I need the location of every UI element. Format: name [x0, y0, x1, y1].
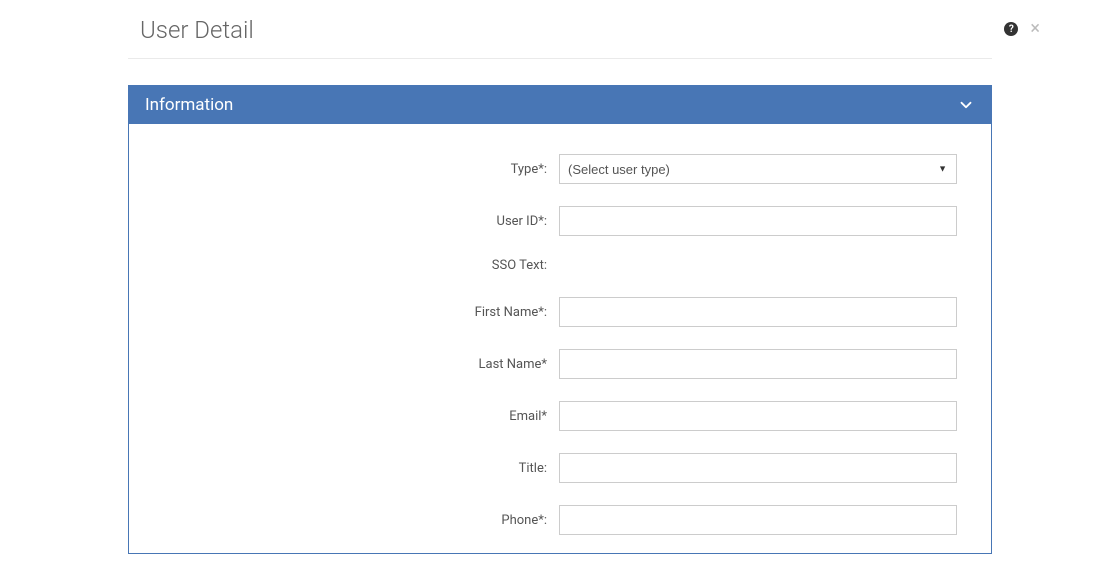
type-label: Type*:: [129, 162, 559, 177]
last-name-label: Last Name*: [129, 357, 559, 372]
chevron-down-icon: [957, 96, 975, 114]
phone-label: Phone*:: [129, 513, 559, 528]
phone-input[interactable]: [559, 505, 957, 535]
sso-text-label: SSO Text:: [129, 258, 559, 273]
panel-header[interactable]: Information: [129, 86, 991, 124]
panel-title: Information: [145, 95, 233, 115]
close-icon[interactable]: ×: [1030, 20, 1040, 38]
user-id-label: User ID*:: [129, 214, 559, 229]
panel-body: Type*: (Select user type) User ID*: SSO …: [129, 124, 991, 553]
email-input[interactable]: [559, 401, 957, 431]
email-label: Email*: [129, 409, 559, 424]
title-field-label: Title:: [129, 461, 559, 476]
last-name-input[interactable]: [559, 349, 957, 379]
page-title: User Detail: [140, 16, 254, 58]
title-divider: [128, 58, 992, 59]
information-panel: Information Type*: (Select user type) Us…: [128, 85, 992, 554]
title-input[interactable]: [559, 453, 957, 483]
first-name-input[interactable]: [559, 297, 957, 327]
first-name-label: First Name*:: [129, 305, 559, 320]
type-select[interactable]: (Select user type): [559, 154, 957, 184]
user-id-input[interactable]: [559, 206, 957, 236]
help-icon[interactable]: ?: [1004, 22, 1018, 36]
